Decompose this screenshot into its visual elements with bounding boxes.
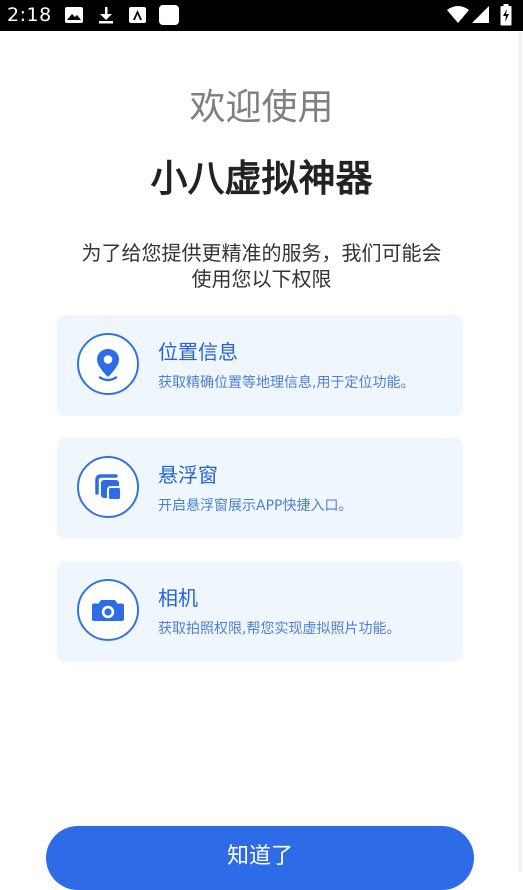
- wifi-icon: [447, 6, 469, 28]
- app-notification-icon: [128, 5, 148, 29]
- permission-title-floating-window: 悬浮窗: [158, 463, 218, 487]
- status-time: 2:18: [7, 4, 52, 26]
- permission-desc-floating-window: 开启悬浮窗展示APP快捷入口。: [158, 498, 353, 514]
- camera-icon: [77, 579, 139, 641]
- got-it-button[interactable]: 知道了: [46, 826, 474, 890]
- welcome-title: 欢迎使用: [189, 87, 334, 128]
- status-bar: 2:18: [0, 0, 523, 31]
- intro-text: 为了给您提供更精准的服务，我们可能会 使用您以下权限: [60, 240, 463, 292]
- location-pin-icon: [77, 333, 139, 395]
- app-name-title: 小八虚拟神器: [150, 157, 373, 200]
- permission-title-location: 位置信息: [158, 340, 238, 364]
- download-icon: [96, 5, 116, 29]
- signal-icon: [472, 6, 490, 28]
- square-notification-icon: [158, 5, 180, 31]
- permission-title-camera: 相机: [158, 586, 198, 610]
- intro-line-2: 使用您以下权限: [191, 267, 332, 291]
- permission-desc-camera: 获取拍照权限,帮您实现虚拟照片功能。: [158, 621, 401, 637]
- intro-line-1: 为了给您提供更精准的服务，我们可能会: [81, 241, 442, 265]
- battery-icon: [500, 4, 512, 30]
- permission-desc-location: 获取精确位置等地理信息,用于定位功能。: [158, 375, 415, 391]
- permission-card-location: 位置信息 获取精确位置等地理信息,用于定位功能。: [57, 315, 463, 416]
- image-icon: [64, 5, 84, 29]
- permission-card-camera: 相机 获取拍照权限,帮您实现虚拟照片功能。: [57, 561, 463, 662]
- permission-card-floating-window: 悬浮窗 开启悬浮窗展示APP快捷入口。: [57, 438, 463, 539]
- floating-window-icon: [77, 456, 139, 518]
